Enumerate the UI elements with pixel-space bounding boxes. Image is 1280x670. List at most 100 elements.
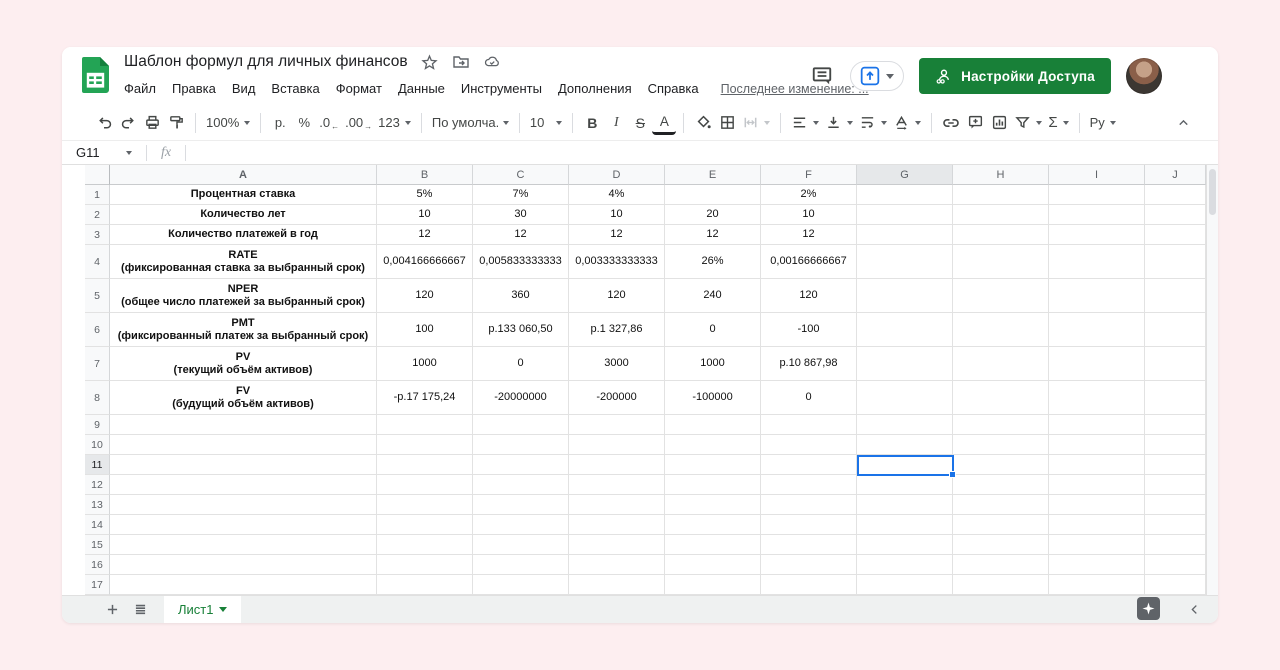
text-wrap-icon[interactable] (856, 111, 890, 135)
strikethrough-button[interactable]: S (628, 111, 652, 135)
cell[interactable] (953, 279, 1049, 313)
insert-chart-icon[interactable] (987, 111, 1011, 135)
cell[interactable] (110, 415, 377, 435)
col-header-B[interactable]: B (377, 165, 473, 185)
hide-toolbar-icon[interactable] (1170, 109, 1196, 135)
cell[interactable] (569, 495, 665, 515)
cell[interactable] (761, 575, 857, 595)
cell[interactable] (1145, 455, 1206, 475)
cell[interactable] (665, 495, 761, 515)
bold-button[interactable]: B (580, 111, 604, 135)
cell[interactable] (1049, 515, 1145, 535)
cell[interactable] (857, 495, 953, 515)
cell[interactable] (953, 415, 1049, 435)
cell-F3[interactable]: 12 (761, 225, 857, 245)
fill-handle[interactable] (949, 471, 956, 478)
cell[interactable] (1049, 475, 1145, 495)
cell[interactable] (953, 313, 1049, 347)
cell-A7[interactable]: PV(текущий объём активов) (110, 347, 377, 381)
cell[interactable] (110, 535, 377, 555)
cell[interactable] (1145, 381, 1206, 415)
cell[interactable] (761, 515, 857, 535)
sheet-tab-list1[interactable]: Лист1 (164, 596, 241, 624)
show-side-panel-icon[interactable] (1184, 599, 1204, 619)
cell[interactable] (1145, 475, 1206, 495)
cell-F7[interactable]: р.10 867,98 (761, 347, 857, 381)
cell[interactable] (761, 555, 857, 575)
cell[interactable] (1049, 279, 1145, 313)
cell[interactable] (1145, 347, 1206, 381)
cell[interactable] (953, 205, 1049, 225)
cell[interactable] (473, 415, 569, 435)
italic-button[interactable]: I (604, 111, 628, 135)
cell[interactable] (1049, 575, 1145, 595)
insert-link-icon[interactable] (939, 111, 963, 135)
cell[interactable] (1049, 313, 1145, 347)
all-sheets-icon[interactable] (126, 596, 154, 624)
cell-A2[interactable]: Количество лет (110, 205, 377, 225)
cell-E1[interactable] (665, 185, 761, 205)
cell[interactable] (569, 535, 665, 555)
insert-comment-icon[interactable] (963, 111, 987, 135)
menu-tools[interactable]: Инструменты (453, 78, 550, 99)
cell[interactable] (1145, 435, 1206, 455)
name-box[interactable]: G11 (62, 145, 146, 160)
cell[interactable] (1049, 381, 1145, 415)
share-status-button[interactable] (850, 61, 904, 91)
cell[interactable] (377, 535, 473, 555)
cell-D3[interactable]: 12 (569, 225, 665, 245)
cell-A3[interactable]: Количество платежей в год (110, 225, 377, 245)
cell[interactable] (1145, 415, 1206, 435)
cell[interactable] (473, 555, 569, 575)
menu-data[interactable]: Данные (390, 78, 453, 99)
cell[interactable] (857, 205, 953, 225)
col-header-C[interactable]: C (473, 165, 569, 185)
input-tools-button[interactable]: Ру (1087, 111, 1119, 135)
cell[interactable] (953, 435, 1049, 455)
cell-D6[interactable]: р.1 327,86 (569, 313, 665, 347)
font-select[interactable]: По умолча... (429, 111, 512, 135)
vertical-align-icon[interactable] (822, 111, 856, 135)
row-header-12[interactable]: 12 (85, 475, 110, 495)
cell[interactable] (761, 415, 857, 435)
cell-F5[interactable]: 120 (761, 279, 857, 313)
cell[interactable] (665, 535, 761, 555)
cell[interactable] (1145, 515, 1206, 535)
cell[interactable] (569, 555, 665, 575)
row-header-6[interactable]: 6 (85, 313, 110, 347)
cell-B3[interactable]: 12 (377, 225, 473, 245)
row-header-17[interactable]: 17 (85, 575, 110, 595)
cell[interactable] (473, 435, 569, 455)
cell[interactable] (1145, 535, 1206, 555)
row-header-2[interactable]: 2 (85, 205, 110, 225)
cell[interactable] (953, 185, 1049, 205)
cell[interactable] (473, 495, 569, 515)
cell-F4[interactable]: 0,00166666667 (761, 245, 857, 279)
cell[interactable] (953, 381, 1049, 415)
cell[interactable] (110, 475, 377, 495)
cell[interactable] (110, 575, 377, 595)
cell-B6[interactable]: 100 (377, 313, 473, 347)
col-header-H[interactable]: H (953, 165, 1049, 185)
more-formats-button[interactable]: 123 (375, 111, 414, 135)
cell[interactable] (1145, 575, 1206, 595)
cell[interactable] (569, 515, 665, 535)
cell[interactable] (1049, 535, 1145, 555)
cell[interactable] (665, 575, 761, 595)
row-header-16[interactable]: 16 (85, 555, 110, 575)
functions-button[interactable]: Σ (1045, 111, 1071, 135)
cell[interactable] (377, 415, 473, 435)
cell[interactable] (377, 495, 473, 515)
row-header-7[interactable]: 7 (85, 347, 110, 381)
cell[interactable] (857, 415, 953, 435)
cell-A6[interactable]: PMT(фиксированный платеж за выбранный ср… (110, 313, 377, 347)
cell-C6[interactable]: р.133 060,50 (473, 313, 569, 347)
cell[interactable] (857, 535, 953, 555)
cell[interactable] (377, 575, 473, 595)
sheets-logo-icon[interactable] (82, 57, 109, 93)
cell[interactable] (665, 455, 761, 475)
cell[interactable] (1145, 495, 1206, 515)
cell[interactable] (1145, 555, 1206, 575)
scrollbar-thumb[interactable] (1209, 169, 1216, 215)
cell[interactable] (569, 475, 665, 495)
